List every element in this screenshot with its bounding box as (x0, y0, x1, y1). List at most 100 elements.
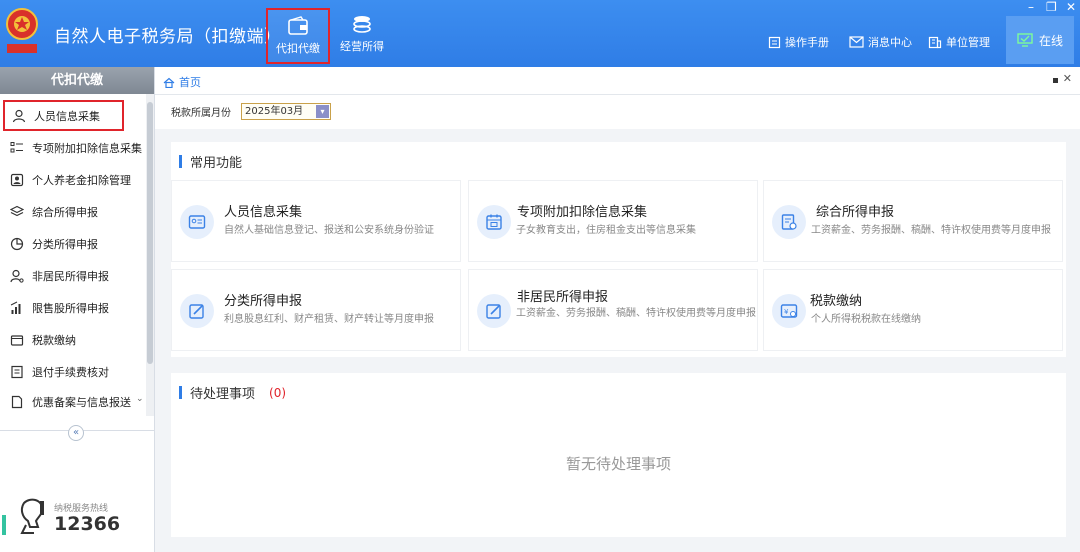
card-description: 利息股息红利、财产租赁、财产转让等月度申报 (224, 314, 434, 325)
common-functions-title-text: 常用功能 (190, 156, 243, 171)
wallet-icon (288, 16, 308, 35)
sidebar-item-label: 个人养老金扣除管理 (32, 173, 131, 187)
svg-text:¥: ¥ (784, 308, 789, 316)
breadcrumb-home[interactable]: 首页 (163, 74, 201, 90)
card-title: 人员信息采集 (224, 205, 303, 220)
sidebar-item-classified-income[interactable]: 分类所得申报 (0, 228, 146, 259)
card-title: 专项附加扣除信息采集 (517, 205, 648, 220)
card-title: 综合所得申报 (816, 205, 895, 220)
function-card-personnel-info[interactable]: 人员信息采集 自然人基础信息登记、报送和公安系统身份验证 (171, 180, 461, 262)
pie-icon (10, 237, 24, 250)
panel-close-button[interactable]: ✕ (1063, 72, 1072, 85)
online-status-label: 在线 (1038, 33, 1063, 48)
unit-management-label: 单位管理 (946, 36, 990, 49)
card-title: 分类所得申报 (224, 294, 303, 309)
dropdown-arrow-icon[interactable]: ▾ (316, 105, 329, 118)
sidebar-item-label: 非居民所得申报 (32, 269, 109, 283)
form-icon (772, 205, 806, 239)
sidebar-item-label: 人员信息采集 (34, 109, 100, 123)
breadcrumb-home-label: 首页 (179, 76, 201, 89)
hotline-number: 12366 (54, 513, 121, 535)
hotline-accent-bar (2, 515, 6, 535)
sidebar-item-nonresident-income[interactable]: 非居民所得申报 (0, 260, 146, 291)
manual-icon (768, 36, 781, 48)
chevron-down-icon: ⌄ (136, 394, 144, 404)
tax-emblem-logo (4, 6, 40, 56)
id-card-icon (180, 205, 214, 239)
sidebar-item-label: 专项附加扣除信息采集 (32, 141, 142, 155)
monitor-icon (1017, 33, 1033, 47)
operation-manual-label: 操作手册 (785, 36, 829, 49)
home-icon (163, 77, 175, 88)
sidebar-item-label: 分类所得申报 (32, 237, 98, 251)
sidebar-item-comprehensive-income[interactable]: 综合所得申报 (0, 196, 146, 227)
pending-items-panel: 待处理事项 (0) 暂无待处理事项 (171, 373, 1066, 537)
online-status-button[interactable]: 在线 (1006, 16, 1074, 64)
pending-title: 待处理事项 (0) (179, 383, 286, 402)
receipt-icon (11, 365, 23, 378)
pending-count: (0) (269, 385, 287, 400)
tax-month-value: 2025年03月 (245, 106, 304, 117)
calendar-icon (477, 205, 511, 239)
tab-withholding[interactable]: 代扣代缴 (266, 8, 330, 64)
card-title: 税款缴纳 (810, 294, 863, 309)
sidebar-item-pension[interactable]: 个人养老金扣除管理 (0, 164, 146, 195)
sidebar-scrollbar-thumb[interactable] (147, 102, 153, 364)
edit-icon (180, 294, 214, 328)
sidebar-item-refund-fee-check[interactable]: 退付手续费核对 (0, 356, 146, 387)
breadcrumb-bar: 首页 ✕ (155, 67, 1080, 95)
wallet-icon (10, 334, 24, 346)
function-card-special-deduction[interactable]: 专项附加扣除信息采集 子女教育支出，住房租金支出等信息采集 (468, 180, 758, 262)
hotline-block: 纳税服务热线 12366 (2, 495, 144, 541)
pending-title-text: 待处理事项 (190, 387, 256, 402)
function-card-comprehensive-income[interactable]: 综合所得申报 工资薪金、劳务报酬、稿酬、特许权使用费等月度申报 (763, 180, 1063, 262)
card-description: 子女教育支出，住房租金支出等信息采集 (516, 225, 696, 236)
card-description: 个人所得税税款在线缴纳 (811, 314, 921, 325)
close-button[interactable]: ✕ (1066, 0, 1076, 14)
sidebar-item-label: 税款缴纳 (32, 333, 76, 347)
card-title: 非居民所得申报 (517, 290, 609, 305)
tab-business-income[interactable]: 经营所得 (330, 8, 394, 64)
card-description: 工资薪金、劳务报酬、稿酬、特许权使用费等月度申报 (516, 308, 756, 319)
bar-chart-icon (10, 301, 21, 314)
function-card-tax-payment[interactable]: ¥ 税款缴纳 个人所得税税款在线缴纳 (763, 269, 1063, 351)
layers-icon (10, 205, 24, 216)
coins-icon (353, 16, 371, 33)
sidebar-item-label: 退付手续费核对 (32, 365, 109, 379)
headset-icon (20, 498, 44, 534)
sidebar-item-restricted-shares[interactable]: 限售股所得申报 (0, 292, 146, 323)
pending-empty-message: 暂无待处理事项 (565, 455, 671, 473)
common-functions-panel: 常用功能 人员信息采集 自然人基础信息登记、报送和公安系统身份验证 专项附加扣除… (171, 142, 1066, 357)
collapse-sidebar-button[interactable]: « (68, 425, 84, 441)
tax-month-select[interactable]: 2025年03月 ▾ (241, 103, 331, 120)
function-card-classified-income[interactable]: 分类所得申报 利息股息红利、财产租赁、财产转让等月度申报 (171, 269, 461, 351)
document-icon (11, 395, 23, 408)
sidebar-header: 代扣代缴 (0, 67, 154, 94)
building-icon (928, 36, 942, 48)
function-card-nonresident-income[interactable]: 非居民所得申报 工资薪金、劳务报酬、稿酬、特许权使用费等月度申报 (468, 269, 758, 351)
app-header: 自然人电子税务局（扣缴端） 代扣代缴 经营所得 操作手册 消息中心 单位管理 在… (0, 0, 1080, 67)
sidebar-item-label: 综合所得申报 (32, 205, 98, 219)
common-functions-title: 常用功能 (179, 152, 242, 171)
tax-month-label: 税款所属月份 (171, 108, 231, 119)
title-accent-mark (179, 155, 182, 168)
restore-button[interactable]: ❐ (1046, 0, 1057, 14)
minimize-button[interactable]: – (1028, 0, 1034, 14)
operation-manual-link[interactable]: 操作手册 (768, 34, 829, 50)
app-title: 自然人电子税务局（扣缴端） (54, 27, 282, 47)
message-center-link[interactable]: 消息中心 (849, 34, 912, 50)
sidebar-item-special-deduction[interactable]: 专项附加扣除信息采集 (0, 132, 146, 163)
sidebar-scrollbar[interactable] (146, 94, 154, 416)
card-description: 工资薪金、劳务报酬、稿酬、特许权使用费等月度申报 (811, 225, 1051, 236)
unit-management-link[interactable]: 单位管理 (928, 34, 990, 50)
sidebar-item-tax-payment[interactable]: 税款缴纳 (0, 324, 146, 355)
person-globe-icon (10, 269, 24, 283)
panel-maximize-button[interactable] (1053, 78, 1058, 83)
tax-pay-icon: ¥ (772, 294, 806, 328)
card-description: 自然人基础信息登记、报送和公安系统身份验证 (224, 225, 434, 236)
sidebar-item-personnel-info[interactable]: 人员信息采集 (3, 100, 124, 131)
pension-icon (10, 173, 24, 186)
sidebar-item-preferential-filing[interactable]: 优惠备案与信息报送 ⌄ (0, 386, 146, 417)
sidebar: 代扣代缴 人员信息采集 专项附加扣除信息采集 个人养老金扣除管理 综合所得申报 … (0, 67, 155, 552)
mail-icon (849, 36, 864, 48)
